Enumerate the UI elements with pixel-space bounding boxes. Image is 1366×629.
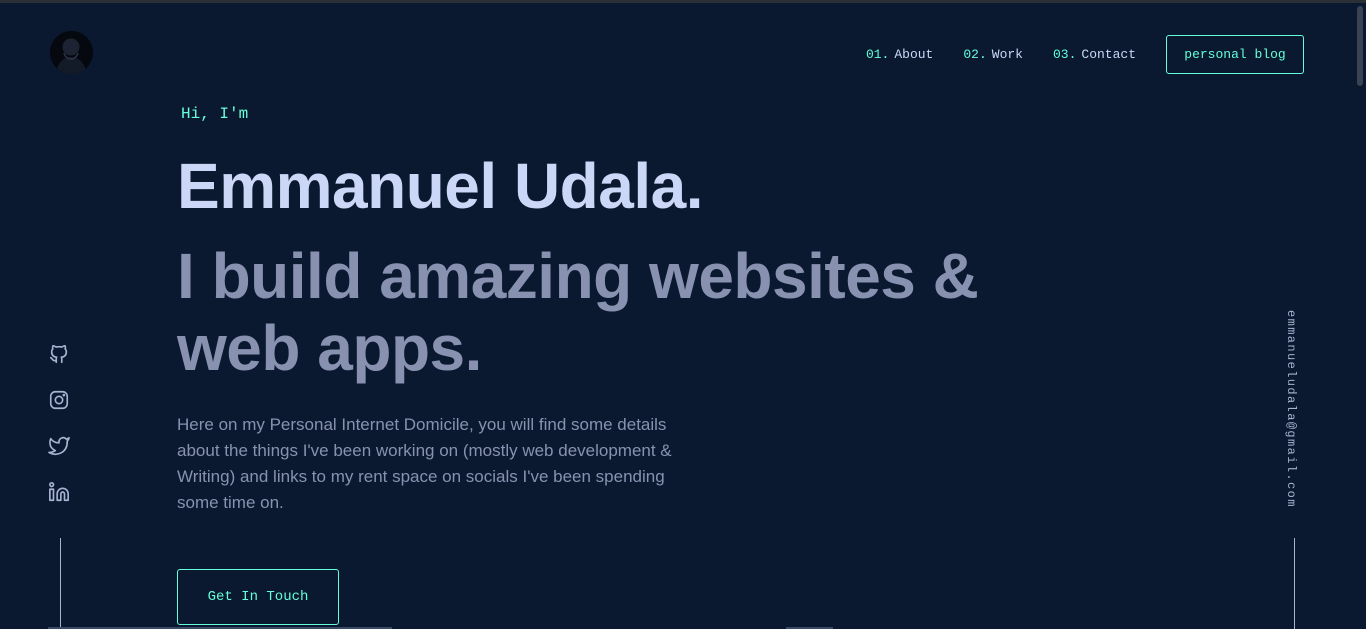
nav-label: Contact xyxy=(1081,46,1136,62)
personal-blog-button[interactable]: personal blog xyxy=(1166,34,1304,74)
main-nav: 01. About 02. Work 03. Contact personal … xyxy=(866,34,1304,74)
github-link[interactable] xyxy=(48,343,70,365)
left-decorative-line xyxy=(60,538,61,629)
window-top-edge xyxy=(0,0,1366,3)
nav-number: 01. xyxy=(865,46,890,62)
nav-label: About xyxy=(894,46,934,62)
nav-about[interactable]: 01. About xyxy=(866,47,933,62)
page-scrollbar[interactable] xyxy=(1357,6,1363,86)
right-decorative-line xyxy=(1294,538,1295,629)
nav-contact[interactable]: 03. Contact xyxy=(1053,47,1136,62)
logo-avatar[interactable] xyxy=(50,31,93,74)
avatar-logo-icon xyxy=(50,31,93,74)
hero-name: Emmanuel Udala. xyxy=(177,150,704,222)
get-in-touch-button[interactable]: Get In Touch xyxy=(177,569,339,625)
nav-number: 02. xyxy=(963,46,987,62)
nav-number: 03. xyxy=(1052,46,1077,62)
linkedin-link[interactable] xyxy=(48,481,70,503)
hero-intro: Here on my Personal Internet Domicile, y… xyxy=(177,415,672,512)
nav-work[interactable]: 02. Work xyxy=(963,47,1023,62)
nav-label: Work xyxy=(991,46,1023,62)
github-icon xyxy=(49,344,68,364)
hero-greeting: Hi, I'm xyxy=(181,105,249,123)
hero-tagline: I build amazing websites & web apps. xyxy=(177,240,979,384)
instagram-icon xyxy=(49,390,69,410)
linkedin-icon xyxy=(49,482,69,502)
social-links xyxy=(48,343,72,527)
twitter-icon xyxy=(48,436,70,456)
twitter-link[interactable] xyxy=(48,435,70,457)
instagram-link[interactable] xyxy=(48,389,70,411)
email-link[interactable]: emmanueludala@gmail.com xyxy=(1284,310,1298,508)
